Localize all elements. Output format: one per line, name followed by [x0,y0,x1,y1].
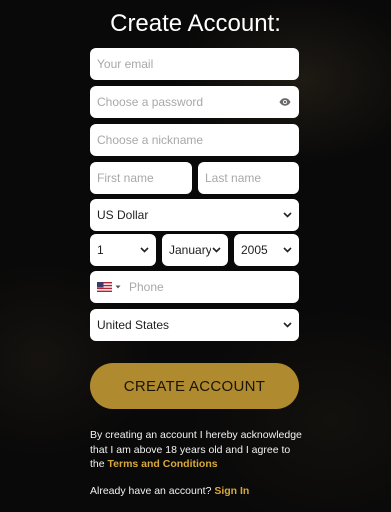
country-select-value: United States [97,318,170,332]
chevron-down-icon [139,245,149,255]
country-select[interactable]: United States [90,309,299,341]
us-flag-icon [97,282,112,292]
password-field-container[interactable] [90,86,299,118]
birth-month-select-value: January [169,243,211,257]
chevron-down-icon [282,245,292,255]
first-name-field[interactable] [97,171,185,185]
chevron-down-icon [211,245,221,255]
currency-select[interactable]: US Dollar [90,199,299,231]
birth-day-select[interactable]: 1 [90,234,156,266]
phone-field-container[interactable] [90,271,299,303]
signin-link[interactable]: Sign In [214,485,249,497]
last-name-field-container[interactable] [198,162,299,194]
first-name-field-container[interactable] [90,162,192,194]
terms-link[interactable]: Terms and Conditions [108,458,218,470]
birth-year-select-value: 2005 [241,243,268,257]
phone-country-picker[interactable] [97,282,121,292]
create-account-button[interactable]: CREATE ACCOUNT [90,363,299,409]
last-name-field[interactable] [205,171,292,185]
eye-icon[interactable] [279,95,292,109]
birth-day-select-value: 1 [97,243,104,257]
caret-down-icon [115,285,121,289]
chevron-down-icon [282,320,292,330]
signin-row: Already have an account? Sign In [90,484,249,498]
terms-text: By creating an account I hereby acknowle… [90,428,305,472]
nickname-field-container[interactable] [90,124,299,156]
email-field[interactable] [97,57,292,71]
page-title: Create Account: [110,10,281,37]
birth-month-select[interactable]: January [162,234,228,266]
password-field[interactable] [97,95,279,109]
email-field-container[interactable] [90,48,299,80]
currency-select-value: US Dollar [97,208,149,222]
birth-year-select[interactable]: 2005 [234,234,299,266]
chevron-down-icon [282,210,292,220]
nickname-field[interactable] [97,133,292,147]
phone-field[interactable] [129,280,292,294]
signin-prompt: Already have an account? [90,485,212,497]
